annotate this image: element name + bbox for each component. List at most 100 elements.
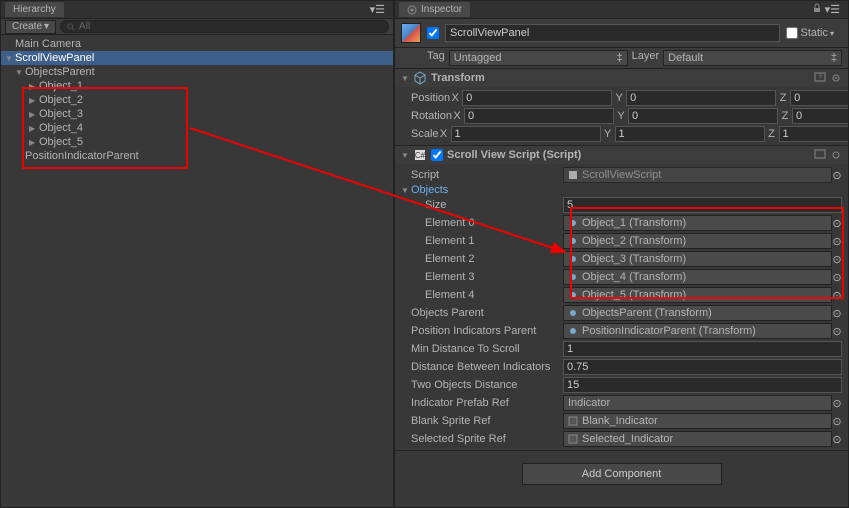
gear-icon[interactable] — [830, 72, 842, 84]
position-y-input[interactable] — [626, 90, 776, 106]
rotation-x-input[interactable] — [464, 108, 614, 124]
inspector-panel: Inspector ▾☰ Static ▾ Tag Untagged‡ Laye… — [394, 0, 849, 508]
pos-ind-parent-field[interactable]: PositionIndicatorParent (Transform) — [563, 323, 832, 339]
scale-y-input[interactable] — [615, 126, 765, 142]
expand-arrow-icon[interactable] — [29, 96, 37, 105]
tag-dropdown[interactable]: Untagged‡ — [449, 50, 628, 66]
hierarchy-item-label: Object_2 — [39, 94, 83, 106]
help-icon[interactable]: ? — [814, 72, 826, 84]
object-picker-icon[interactable]: ⊙ — [832, 433, 842, 446]
inspector-icon — [407, 5, 417, 15]
create-button[interactable]: Create ▾ — [5, 20, 56, 34]
expand-arrow-icon[interactable] — [15, 68, 23, 77]
min-dist-label: Min Distance To Scroll — [401, 343, 563, 355]
blank-sprite-field[interactable]: Blank_Indicator — [563, 413, 832, 429]
hierarchy-item[interactable]: Object_3 — [1, 107, 393, 121]
script-header[interactable]: C# Scroll View Script (Script) — [395, 146, 848, 164]
foldout-arrow-icon[interactable] — [401, 151, 409, 160]
hierarchy-item[interactable]: Object_5 — [1, 135, 393, 149]
panel-menu-icon[interactable]: ▾☰ — [808, 3, 844, 16]
objects-foldout[interactable]: Objects — [395, 184, 848, 196]
object-picker-icon[interactable]: ⊙ — [832, 253, 842, 266]
scale-row: Scale X Y Z — [395, 125, 848, 143]
chevron-down-icon: ‡ — [831, 52, 837, 64]
expand-arrow-icon[interactable] — [29, 138, 37, 147]
element-field[interactable]: Object_5 (Transform) — [563, 287, 832, 303]
min-dist-input[interactable] — [563, 341, 842, 357]
hierarchy-item[interactable]: Object_1 — [1, 79, 393, 93]
gameobject-icon[interactable] — [401, 23, 421, 43]
transform-header[interactable]: Transform ? — [395, 69, 848, 87]
size-row: Size — [395, 196, 848, 214]
position-z-input[interactable] — [790, 90, 849, 106]
y-label: Y — [614, 92, 624, 104]
element-field[interactable]: Object_1 (Transform) — [563, 215, 832, 231]
rotation-label: Rotation — [401, 110, 452, 122]
script-ref-row: Script ScrollViewScript ⊙ — [395, 166, 848, 184]
gameobject-name-field[interactable] — [445, 24, 780, 42]
object-picker-icon[interactable]: ⊙ — [832, 217, 842, 230]
inspector-tab[interactable]: Inspector — [399, 2, 470, 17]
hierarchy-item[interactable]: ScrollViewPanel — [1, 51, 393, 65]
script-ref-field[interactable]: ScrollViewScript — [563, 167, 832, 183]
indicator-prefab-label: Indicator Prefab Ref — [401, 397, 563, 409]
hierarchy-item[interactable]: Object_2 — [1, 93, 393, 107]
hierarchy-item-label: ObjectsParent — [25, 66, 95, 78]
size-input[interactable] — [563, 197, 842, 213]
script-enabled-checkbox[interactable] — [431, 149, 443, 161]
add-component-button[interactable]: Add Component — [522, 463, 722, 485]
element-row: Element 4Object_5 (Transform)⊙ — [395, 286, 848, 304]
hierarchy-item[interactable]: Object_4 — [1, 121, 393, 135]
object-picker-icon[interactable]: ⊙ — [832, 325, 842, 338]
foldout-arrow-icon[interactable] — [401, 74, 409, 83]
expand-arrow-icon[interactable] — [5, 54, 13, 63]
object-picker-icon[interactable]: ⊙ — [832, 235, 842, 248]
element-row: Element 3Object_4 (Transform)⊙ — [395, 268, 848, 286]
create-label: Create — [12, 21, 42, 32]
object-picker-icon[interactable]: ⊙ — [832, 169, 842, 182]
expand-arrow-icon[interactable] — [29, 110, 37, 119]
position-x-input[interactable] — [462, 90, 612, 106]
hierarchy-tab[interactable]: Hierarchy — [5, 2, 64, 17]
script-icon: C# — [413, 148, 427, 162]
object-picker-icon[interactable]: ⊙ — [832, 415, 842, 428]
element-field[interactable]: Object_4 (Transform) — [563, 269, 832, 285]
objects-parent-field[interactable]: ObjectsParent (Transform) — [563, 305, 832, 321]
hierarchy-item[interactable]: Main Camera — [1, 37, 393, 51]
layer-label: Layer — [632, 50, 660, 66]
element-field[interactable]: Object_3 (Transform) — [563, 251, 832, 267]
element-row: Element 0Object_1 (Transform)⊙ — [395, 214, 848, 232]
two-obj-input[interactable] — [563, 377, 842, 393]
scale-z-input[interactable] — [779, 126, 849, 142]
panel-menu-icon[interactable]: ▾☰ — [366, 3, 389, 16]
object-picker-icon[interactable]: ⊙ — [832, 307, 842, 320]
selected-sprite-field[interactable]: Selected_Indicator — [563, 431, 832, 447]
hierarchy-item-label: ScrollViewPanel — [15, 52, 94, 64]
static-toggle[interactable]: Static ▾ — [786, 27, 842, 39]
dist-between-input[interactable] — [563, 359, 842, 375]
search-icon — [67, 23, 75, 31]
script-ref-label: Script — [401, 169, 563, 181]
static-dropdown[interactable]: ▾ — [830, 29, 842, 38]
hierarchy-item-label: Object_1 — [39, 80, 83, 92]
active-checkbox[interactable] — [427, 27, 439, 39]
static-checkbox[interactable] — [786, 27, 798, 39]
element-field[interactable]: Object_2 (Transform) — [563, 233, 832, 249]
hierarchy-item[interactable]: ObjectsParent — [1, 65, 393, 79]
object-picker-icon[interactable]: ⊙ — [832, 289, 842, 302]
hierarchy-search[interactable]: All — [60, 20, 389, 33]
hierarchy-item[interactable]: PositionIndicatorParent — [1, 149, 393, 163]
foldout-arrow-icon[interactable] — [401, 186, 409, 195]
help-icon[interactable] — [814, 149, 826, 161]
rotation-y-input[interactable] — [628, 108, 778, 124]
expand-arrow-icon[interactable] — [29, 124, 37, 133]
expand-arrow-icon[interactable] — [29, 82, 37, 91]
rotation-z-input[interactable] — [792, 108, 849, 124]
layer-dropdown[interactable]: Default‡ — [663, 50, 842, 66]
scale-x-input[interactable] — [451, 126, 601, 142]
object-picker-icon[interactable]: ⊙ — [832, 271, 842, 284]
indicator-prefab-field[interactable]: Indicator — [563, 395, 832, 411]
lock-icon[interactable] — [812, 3, 822, 13]
object-picker-icon[interactable]: ⊙ — [832, 397, 842, 410]
gear-icon[interactable] — [830, 149, 842, 161]
